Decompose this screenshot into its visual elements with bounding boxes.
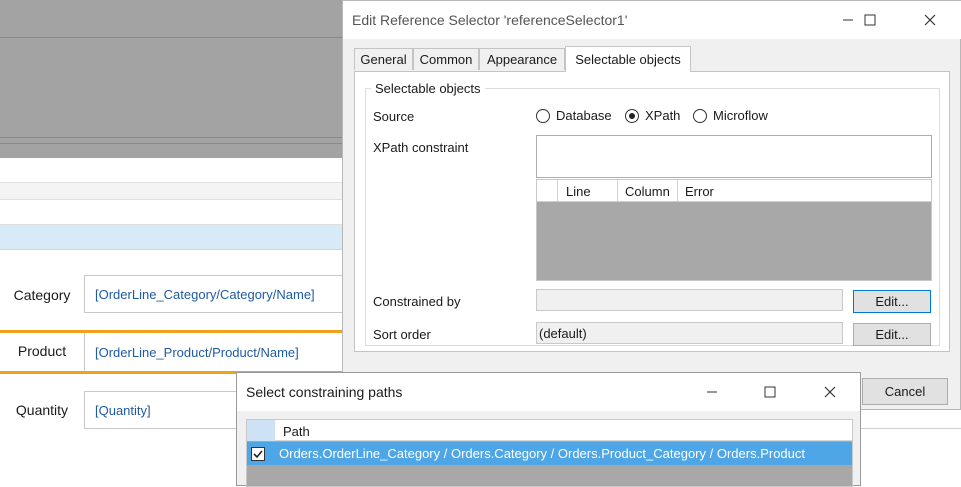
column-header-path[interactable]: Path xyxy=(283,424,310,439)
tab-panel: Selectable objects Source Database XPath… xyxy=(354,71,950,352)
tab-appearance[interactable]: Appearance xyxy=(479,48,565,70)
column-header-column[interactable]: Column xyxy=(625,184,670,199)
editor-row xyxy=(0,200,345,225)
divider xyxy=(0,143,345,144)
maximize-icon[interactable] xyxy=(847,4,893,36)
xpath-constraint-input[interactable] xyxy=(536,135,932,178)
column-header-line[interactable]: Line xyxy=(566,184,591,199)
category-field[interactable]: [OrderLine_Category/Category/Name] xyxy=(84,275,346,313)
source-xpath-radio[interactable] xyxy=(625,109,639,123)
minimize-icon xyxy=(707,391,717,393)
column-separator xyxy=(557,180,558,202)
column-header-error[interactable]: Error xyxy=(685,184,714,199)
dialog-title: Edit Reference Selector 'referenceSelect… xyxy=(352,12,628,28)
source-microflow-radio[interactable] xyxy=(693,109,707,123)
close-icon xyxy=(924,14,936,26)
dialog-titlebar[interactable]: Edit Reference Selector 'referenceSelect… xyxy=(343,1,961,39)
quantity-field[interactable]: [Quantity] xyxy=(84,391,244,429)
source-database-label[interactable]: Database xyxy=(556,108,612,123)
category-label: Category xyxy=(13,287,71,303)
sort-order-field: (default) xyxy=(536,322,843,344)
close-icon[interactable] xyxy=(907,4,953,36)
editor-row xyxy=(0,158,345,183)
minimize-icon[interactable] xyxy=(689,376,735,408)
maximize-icon xyxy=(764,386,776,398)
source-database-radio[interactable] xyxy=(536,109,550,123)
source-label: Source xyxy=(373,109,415,124)
dialog-titlebar[interactable]: Select constraining paths xyxy=(237,373,860,411)
errors-grid-header xyxy=(537,180,931,202)
source-xpath-label[interactable]: XPath xyxy=(645,108,680,123)
tab-selectable-objects[interactable]: Selectable objects xyxy=(565,46,691,72)
path-cell: Orders.OrderLine_Category / Orders.Categ… xyxy=(279,446,805,461)
tab-common[interactable]: Common xyxy=(413,48,479,70)
editor-header-area xyxy=(0,0,345,158)
column-separator xyxy=(617,180,618,202)
product-label: Product xyxy=(17,343,67,359)
row-checkbox[interactable] xyxy=(251,447,265,461)
header-select-cell[interactable] xyxy=(247,420,275,441)
maximize-icon xyxy=(864,14,876,26)
constrained-by-edit-button[interactable]: Edit... xyxy=(853,290,931,313)
quantity-label: Quantity xyxy=(15,402,69,418)
close-icon[interactable] xyxy=(807,376,853,408)
dialog-title: Select constraining paths xyxy=(246,384,403,400)
constrained-by-label: Constrained by xyxy=(373,294,461,309)
tab-general[interactable]: General xyxy=(354,48,413,70)
divider xyxy=(0,137,345,138)
source-microflow-label[interactable]: Microflow xyxy=(713,108,768,123)
selected-row-highlight[interactable] xyxy=(0,225,345,250)
check-icon xyxy=(253,450,263,459)
divider xyxy=(860,428,961,429)
divider xyxy=(0,37,345,38)
sort-order-edit-button[interactable]: Edit... xyxy=(853,323,931,346)
select-constraining-paths-dialog: Select constraining paths Path Orders.Or… xyxy=(236,372,861,487)
column-separator xyxy=(677,180,678,202)
editor-row xyxy=(0,183,345,200)
group-title: Selectable objects xyxy=(371,81,485,96)
edit-reference-selector-dialog: Edit Reference Selector 'referenceSelect… xyxy=(342,0,961,410)
xpath-constraint-label: XPath constraint xyxy=(373,140,469,155)
paths-grid-header xyxy=(247,420,852,441)
product-field[interactable]: [OrderLine_Product/Product/Name] xyxy=(84,333,346,371)
constrained-by-field xyxy=(536,289,843,311)
cancel-button[interactable]: Cancel xyxy=(862,378,948,405)
sort-order-label: Sort order xyxy=(373,327,431,342)
maximize-icon[interactable] xyxy=(747,376,793,408)
close-icon xyxy=(824,386,836,398)
